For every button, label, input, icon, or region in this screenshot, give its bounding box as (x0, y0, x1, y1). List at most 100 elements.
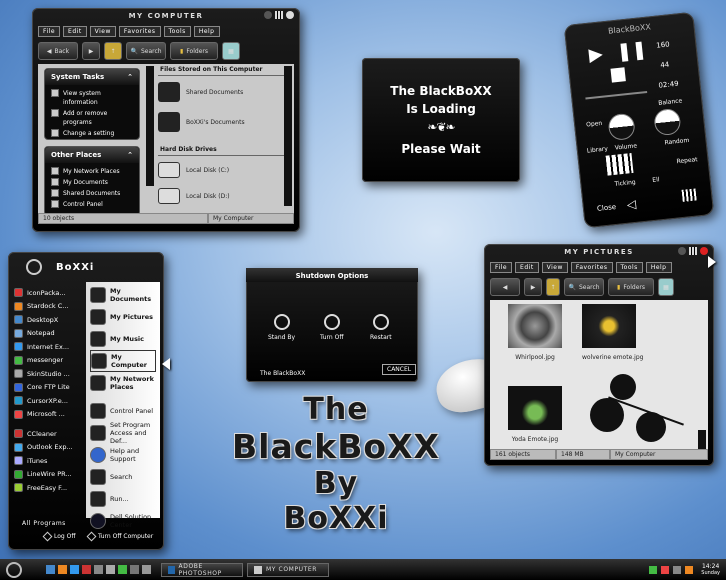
program-item[interactable]: messenger (14, 354, 84, 368)
play-button[interactable]: ▶ (588, 43, 604, 65)
window-controls[interactable] (678, 247, 708, 255)
my-pictures-item[interactable]: My Pictures (90, 306, 156, 328)
menu-file[interactable]: File (38, 26, 61, 37)
grid-icon[interactable] (275, 11, 283, 19)
program-item[interactable]: Microsoft ... (14, 408, 84, 422)
menu-edit[interactable]: Edit (63, 26, 87, 37)
back-button[interactable]: ◀ Back (38, 42, 78, 60)
close-icon[interactable] (700, 247, 708, 255)
program-item[interactable]: CursorXP.e... (14, 394, 84, 408)
thumbnail-item[interactable]: wolverine emote.jpg (582, 304, 643, 361)
cancel-button[interactable]: Cancel (382, 364, 417, 375)
quick-launch-icon[interactable] (142, 565, 151, 574)
control-panel-item[interactable]: Control Panel (90, 400, 156, 422)
tray-icon[interactable] (685, 565, 694, 574)
menu-file[interactable]: File (490, 262, 513, 273)
tray-icon[interactable] (661, 565, 670, 574)
minimize-icon[interactable] (678, 247, 686, 255)
collapse-icon[interactable]: ⌃ (127, 73, 133, 81)
avatar[interactable] (26, 259, 42, 275)
menu-view[interactable]: View (541, 262, 568, 273)
thumbnail-item[interactable]: Yoda Emote.jpg (508, 386, 562, 443)
program-item[interactable]: SkinStudio ... (14, 367, 84, 381)
thumbnail-item[interactable]: Whirlpool.jpg (508, 304, 562, 361)
grid-icon[interactable] (689, 247, 697, 255)
my-music-item[interactable]: My Music (90, 328, 156, 350)
program-access-item[interactable]: Set Program Access and Def... (90, 421, 156, 445)
my-computer-item[interactable]: My Computer (90, 350, 156, 372)
all-programs-button[interactable]: All Programs (22, 520, 66, 527)
quick-launch-icon[interactable] (106, 565, 115, 574)
search-button[interactable]: 🔍 Search (126, 42, 166, 60)
task-photoshop[interactable]: Adobe Photoshop (161, 562, 243, 577)
file-item[interactable]: Shared Documents (158, 82, 286, 102)
dell-item[interactable]: Dell Solution Center (90, 510, 156, 532)
close-icon[interactable] (286, 11, 294, 19)
right-scrollbar[interactable] (284, 66, 292, 206)
previous-icon[interactable]: ◁ (626, 197, 637, 212)
quick-launch-icon[interactable] (130, 565, 139, 574)
menu-favorites[interactable]: Favorites (118, 26, 161, 37)
views-button[interactable]: ▦ (658, 278, 674, 296)
task-my-computer[interactable]: My Computer (247, 562, 329, 577)
task-item[interactable]: View system information (51, 89, 133, 107)
my-network-item[interactable]: My Network Places (90, 372, 156, 394)
file-item[interactable]: BoXXi's Documents (158, 112, 286, 132)
menu-help[interactable]: Help (645, 262, 672, 273)
balance-knob[interactable] (653, 107, 682, 137)
views-button[interactable]: ▦ (222, 42, 240, 60)
left-scrollbar[interactable] (146, 66, 154, 186)
quick-launch-icon[interactable] (46, 565, 55, 574)
task-item[interactable]: Change a setting (51, 129, 133, 138)
turn-off-button[interactable]: Turn Off Computer (86, 531, 153, 542)
minimize-icon[interactable] (264, 11, 272, 19)
run-item[interactable]: Run... (90, 488, 156, 510)
program-item[interactable]: iTunes (14, 454, 84, 468)
program-item[interactable]: DesktopX (14, 313, 84, 327)
program-item[interactable]: Core FTP Lite (14, 381, 84, 395)
place-item[interactable]: My Network Places (51, 167, 133, 176)
quick-launch-icon[interactable] (58, 565, 67, 574)
menu-edit[interactable]: Edit (515, 262, 539, 273)
menu-tools[interactable]: Tools (163, 26, 191, 37)
drive-item[interactable]: Local Disk (C:) (158, 162, 286, 178)
quick-launch-icon[interactable] (70, 565, 79, 574)
collapse-icon[interactable]: ⌃ (127, 151, 133, 159)
tray-icon[interactable] (649, 565, 658, 574)
program-item[interactable]: Outlook Exp... (14, 441, 84, 455)
up-folder-button[interactable]: ↑ (104, 42, 122, 60)
forward-button[interactable]: ▶ (82, 42, 100, 60)
my-documents-item[interactable]: My Documents (90, 284, 156, 306)
clock[interactable]: 14:24 Sunday (701, 563, 720, 577)
program-item[interactable]: CCleaner (14, 427, 84, 441)
forward-button[interactable]: ▶ (524, 278, 542, 296)
menu-favorites[interactable]: Favorites (570, 262, 613, 273)
turn-off-option[interactable]: Turn Off (320, 314, 343, 341)
place-item[interactable]: Control Panel (51, 200, 133, 209)
back-button[interactable]: ◀ (490, 278, 520, 296)
folders-button[interactable]: ▮ Folders (170, 42, 218, 60)
up-folder-button[interactable]: ↑ (546, 278, 560, 296)
program-item[interactable]: LineWire PR... (14, 468, 84, 482)
seek-bar[interactable] (585, 91, 648, 100)
help-item[interactable]: Help and Support (90, 444, 156, 466)
tray-icon[interactable] (673, 565, 682, 574)
pause-button[interactable]: ❚❚ (616, 39, 648, 63)
program-item[interactable]: FreeEasy F... (14, 481, 84, 495)
volume-knob[interactable] (607, 112, 636, 142)
menu-help[interactable]: Help (193, 26, 220, 37)
restart-option[interactable]: Restart (370, 314, 392, 341)
menu-tools[interactable]: Tools (615, 262, 643, 273)
stop-button[interactable] (610, 67, 626, 83)
log-off-button[interactable]: Log Off (42, 531, 75, 542)
drive-item[interactable]: Local Disk (D:) (158, 188, 286, 204)
quick-launch-icon[interactable] (82, 565, 91, 574)
quick-launch-icon[interactable] (94, 565, 103, 574)
search-button[interactable]: 🔍 Search (564, 278, 604, 296)
task-item[interactable]: Add or remove programs (51, 109, 133, 127)
close-button[interactable]: Close (597, 203, 617, 213)
program-item[interactable]: Notepad (14, 327, 84, 341)
place-item[interactable]: Shared Documents (51, 189, 133, 198)
quick-launch-icon[interactable] (118, 565, 127, 574)
folders-button[interactable]: ▮ Folders (608, 278, 654, 296)
